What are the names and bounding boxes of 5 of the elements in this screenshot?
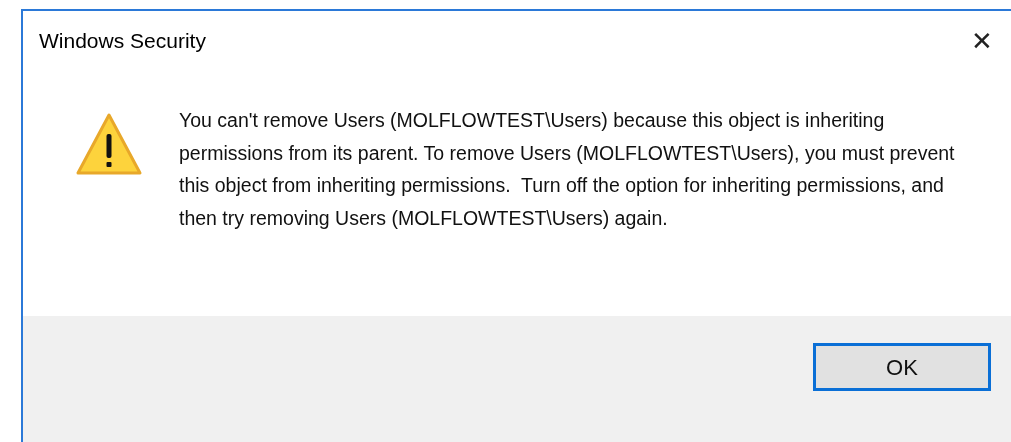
error-message: You can't remove Users (MOLFLOWTEST\Users) because this object is inheriting permissions from its parent. To remove Users (MOLFLOWTEST\Users), you must prevent this object from inheriting permissions. Turn off the option for inheriting permissions, and then try removing Users (MOLFLOWTEST\Users) again. [179,108,956,231]
window-title: Windows Security [39,28,206,55]
close-button[interactable]: ✕ [971,28,993,54]
warning-icon [75,112,143,176]
ok-button[interactable]: OK [813,343,991,391]
